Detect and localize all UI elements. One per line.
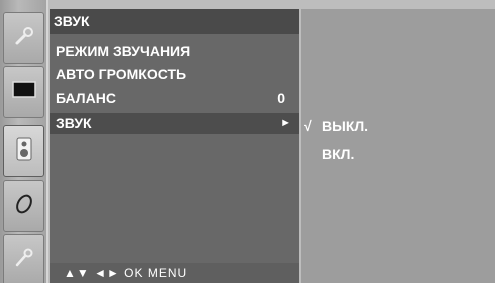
balance-value: 0 — [277, 90, 285, 106]
menu-item-balance[interactable]: БАЛАНС 0 — [50, 88, 299, 109]
option-label: ВКЛ. — [322, 146, 355, 162]
menu-title: ЗВУК — [50, 9, 299, 34]
menu-item-auto-volume[interactable]: АВТО ГРОМКОСТЬ — [50, 64, 299, 85]
clock-icon — [13, 193, 35, 220]
submenu-arrow-icon: ► — [280, 117, 291, 129]
lock-category-tile[interactable] — [3, 234, 44, 283]
speaker-icon — [16, 137, 32, 166]
option-on[interactable]: ВКЛ. — [301, 143, 495, 165]
option-label: ВЫКЛ. — [322, 118, 369, 134]
time-category-tile[interactable] — [3, 180, 44, 232]
navigation-hints: ▲▼ ◄► OK MENU — [50, 263, 299, 283]
key-icon — [13, 247, 35, 274]
menu-item-label: ЗВУК — [56, 115, 92, 131]
sound-category-tile[interactable] — [3, 125, 44, 177]
picture-category-tile[interactable] — [3, 66, 44, 118]
menu-item-sound[interactable]: ЗВУК ► — [50, 113, 299, 134]
sound-menu-panel: ЗВУК РЕЖИМ ЗВУЧАНИЯ АВТО ГРОМКОСТЬ БАЛАН… — [50, 9, 299, 283]
setup-category-tile[interactable] — [3, 12, 44, 64]
screen-icon — [11, 80, 36, 105]
checkmark-icon: √ — [304, 118, 312, 134]
menu-item-label: АВТО ГРОМКОСТЬ — [56, 66, 187, 82]
menu-item-sound-mode[interactable]: РЕЖИМ ЗВУЧАНИЯ — [50, 41, 299, 62]
category-icon-strip — [0, 0, 48, 283]
menu-item-label: БАЛАНС — [56, 90, 116, 106]
option-off[interactable]: √ ВЫКЛ. — [301, 115, 495, 137]
submenu-panel: √ ВЫКЛ. ВКЛ. — [301, 9, 495, 283]
tv-osd-screen: ЗВУК РЕЖИМ ЗВУЧАНИЯ АВТО ГРОМКОСТЬ БАЛАН… — [0, 0, 495, 283]
wrench-icon — [13, 25, 35, 52]
menu-item-label: РЕЖИМ ЗВУЧАНИЯ — [56, 43, 191, 59]
